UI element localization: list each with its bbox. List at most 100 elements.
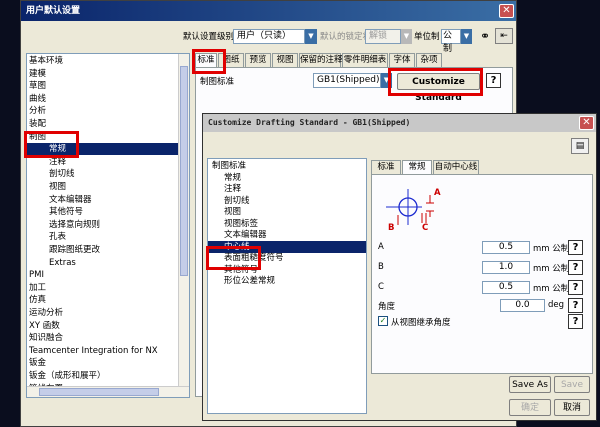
custom-tree-item-label: 剖切线	[224, 195, 250, 206]
settings-tab-label: 保留的注释	[300, 55, 343, 65]
level-select[interactable]: 用户（只读）	[233, 29, 305, 44]
category-item[interactable]: 剖切线	[27, 168, 178, 180]
dimension-help-icon[interactable]: ?	[568, 298, 583, 313]
settings-tab[interactable]: 零件明细表	[342, 53, 388, 67]
category-item-label: 钣金	[29, 358, 47, 369]
drafting-standard-select[interactable]: GB1(Shipped)	[313, 73, 381, 88]
category-item-label: 曲线	[29, 93, 47, 104]
settings-tab[interactable]: 预览	[245, 53, 271, 67]
category-item[interactable]: Extras	[27, 257, 178, 269]
unit-dropdown-arrow[interactable]: ▼	[461, 29, 472, 44]
main-title-bar[interactable]: 用户默认设置	[21, 1, 516, 21]
custom-tab[interactable]: 自动中心线	[433, 160, 479, 174]
settings-tab-label: 视图	[276, 55, 294, 65]
dimension-input[interactable]: 0.5	[482, 241, 530, 254]
import-export-icon[interactable]: ⇤	[495, 28, 513, 44]
custom-tree-item-label: 制图标准	[212, 161, 247, 171]
category-item[interactable]: 孔表	[27, 231, 178, 243]
custom-tree-item[interactable]: 形位公差常规	[208, 275, 366, 287]
lock-dropdown-arrow[interactable]: ▼	[401, 29, 412, 44]
unit-select[interactable]: 公制	[441, 29, 461, 54]
category-item[interactable]: 建模	[27, 68, 178, 80]
category-item[interactable]: 文本编辑器	[27, 194, 178, 206]
category-item[interactable]: Teamcenter Integration for NX	[27, 345, 178, 357]
custom-tree-item[interactable]: 注释	[208, 183, 366, 195]
highlight-tree-centerline	[206, 246, 261, 270]
save-button[interactable]: Save	[554, 376, 590, 393]
category-item[interactable]: 装配	[27, 118, 178, 130]
inherit-angle-checkbox[interactable]: ✓	[378, 316, 388, 326]
category-item[interactable]: 运动分析	[27, 307, 178, 319]
category-item[interactable]: 草图	[27, 80, 178, 92]
category-item[interactable]: 钣金	[27, 357, 178, 369]
lock-select[interactable]: 解锁	[365, 29, 401, 44]
dimension-help-icon[interactable]: ?	[568, 280, 583, 295]
dimension-input[interactable]: 1.0	[482, 261, 530, 274]
category-item[interactable]: 分析	[27, 105, 178, 117]
binoculars-icon[interactable]: ⚭	[477, 28, 493, 44]
ok-button[interactable]: 确定	[509, 399, 551, 416]
tree-hscroll-thumb[interactable]	[39, 388, 159, 396]
custom-tree-item[interactable]: 常规	[208, 172, 366, 184]
info-window-icon[interactable]: ▤	[571, 138, 589, 154]
tree-scroll-thumb[interactable]	[180, 66, 188, 276]
dimension-input[interactable]: 0.5	[482, 281, 530, 294]
level-dropdown-arrow[interactable]: ▼	[305, 29, 317, 44]
custom-tree-item[interactable]: 剖切线	[208, 195, 366, 207]
category-item-label: 跟踪图纸更改	[49, 245, 101, 255]
main-close-button[interactable]: ✕	[499, 4, 514, 18]
custom-tree-item[interactable]: 制图标准	[208, 160, 366, 172]
custom-tree-item[interactable]: 视图	[208, 206, 366, 218]
diagram-label-b: B	[388, 223, 395, 233]
tree-vertical-scrollbar[interactable]	[178, 54, 189, 386]
category-item[interactable]: 选择意向规则	[27, 219, 178, 231]
dimension-value: 0.5	[498, 242, 514, 252]
category-item-label: 加工	[29, 282, 47, 293]
custom-tree-item[interactable]: 视图标签	[208, 218, 366, 230]
category-item[interactable]: 仿真	[27, 294, 178, 306]
category-item[interactable]: 其他符号	[27, 206, 178, 218]
custom-tree-item-label: 视图	[224, 207, 242, 217]
inherit-help-icon[interactable]: ?	[568, 314, 583, 329]
category-item-label: 其他符号	[49, 207, 84, 218]
category-item[interactable]: 加工	[27, 282, 178, 294]
category-tree[interactable]: 基本环境 建模 草图 曲线 分析 装配 制图 常规 注释 剖切线 视图 文本编辑器 其他符号 选择意向规则…	[26, 53, 190, 398]
tree-horizontal-scrollbar[interactable]	[27, 386, 189, 397]
settings-tab[interactable]: 杂项	[416, 53, 442, 67]
custom-tab[interactable]: 标准	[371, 160, 401, 174]
category-item[interactable]: 基本环境	[27, 55, 178, 67]
cancel-label: 取消	[562, 403, 581, 413]
dimension-input[interactable]: 0.0	[500, 299, 545, 312]
custom-tree-item[interactable]: 文本编辑器	[208, 229, 366, 241]
unit-value: 公制	[443, 31, 453, 54]
category-item-label: PMI	[29, 270, 44, 281]
category-item[interactable]: XY 函数	[27, 320, 178, 332]
category-item[interactable]: 跟踪图纸更改	[27, 244, 178, 256]
category-item[interactable]: PMI	[27, 269, 178, 281]
save-label: Save	[560, 380, 584, 390]
category-item[interactable]: 视图	[27, 181, 178, 193]
custom-tab[interactable]: 常规	[402, 160, 432, 175]
settings-tab[interactable]: 字体	[389, 53, 415, 67]
settings-tab[interactable]: 保留的注释	[299, 53, 343, 67]
custom-standard-tree[interactable]: 制图标准 常规 注释 剖切线 视图 视图标签 文本编辑器 中心线 表面粗糙度符号 其他符号 形位公差…	[207, 158, 367, 414]
settings-tab-strip: 标准 图纸 预览 视图 保留的注释 零件明细表 字体 杂项	[195, 53, 495, 68]
category-item-label: 文本编辑器	[49, 194, 92, 205]
category-item-label: 孔表	[49, 232, 67, 243]
settings-tab[interactable]: 视图	[272, 53, 298, 67]
dimension-unit: mm 公制	[533, 244, 570, 254]
save-as-button[interactable]: Save As	[509, 376, 551, 393]
custom-tab-label: 常规	[408, 162, 426, 172]
category-item-label: 注释	[49, 156, 67, 167]
dimension-label: A	[378, 242, 384, 252]
standard-help-icon[interactable]: ?	[486, 73, 501, 88]
cancel-button[interactable]: 取消	[554, 399, 590, 416]
custom-title-bar[interactable]: Customize Drafting Standard - GB1(Shippe…	[203, 114, 596, 132]
category-item[interactable]: 钣金（成形和展平）	[27, 370, 178, 382]
category-item[interactable]: 曲线	[27, 93, 178, 105]
category-item-label: 草图	[29, 81, 47, 92]
custom-close-button[interactable]: ✕	[579, 116, 594, 130]
dimension-help-icon[interactable]: ?	[568, 240, 583, 255]
dimension-help-icon[interactable]: ?	[568, 260, 583, 275]
category-item[interactable]: 知识融合	[27, 332, 178, 344]
